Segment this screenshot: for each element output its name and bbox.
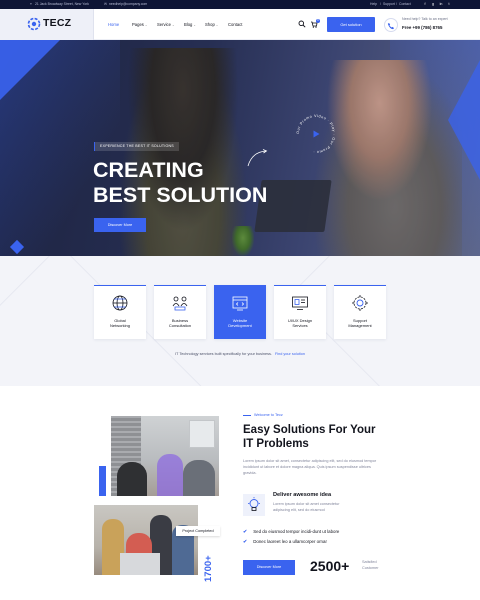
curved-arrow-icon <box>247 149 268 167</box>
nav-blog[interactable]: Blog⌄ <box>184 22 196 27</box>
design-screen-icon <box>292 296 308 310</box>
chevron-down-icon: ⌄ <box>171 23 175 27</box>
help-link[interactable]: Help <box>370 2 377 6</box>
service-card-uiux-design[interactable]: UI/UX Design Services <box>274 285 326 339</box>
hero-right-triangle <box>448 60 480 180</box>
top-bar: ⌖ 21 Jack Broadway Street, New York ✉ ne… <box>0 0 480 9</box>
about-description: Lorem ipsum dolor sit amet, consectetur … <box>243 459 377 475</box>
globe-icon <box>112 295 128 311</box>
project-completed-label: Project Completed <box>176 526 220 536</box>
idea-icon <box>243 494 265 516</box>
contact-link[interactable]: Contact <box>399 2 411 6</box>
nav-shop[interactable]: Shop⌄ <box>205 22 218 27</box>
logo-text: TECZ <box>43 17 72 29</box>
google-plus-icon[interactable]: g <box>431 2 435 6</box>
hero-banner: EXPERIENCE THE BEST IT SOLUTIONS CREATIN… <box>0 40 480 256</box>
chevron-down-icon: ⌄ <box>193 23 196 27</box>
service-card-global-networking[interactable]: Global Networking <box>94 285 146 339</box>
about-title: Easy Solutions For Your IT Problems <box>243 424 376 450</box>
facebook-icon[interactable]: f <box>423 2 427 6</box>
play-icon <box>313 130 320 138</box>
services-footer-text: IT Technology services built specificall… <box>175 352 305 356</box>
support-link[interactable]: Support <box>383 2 395 6</box>
welcome-label: Welcome to Tecz <box>243 413 283 417</box>
hero-corner-triangle <box>0 40 60 100</box>
nav-contact[interactable]: Contact <box>228 22 242 27</box>
about-discover-more-button[interactable]: Discover More <box>243 560 295 575</box>
about-section: Project Completed 1700+ Welcome to Tecz … <box>0 386 480 600</box>
check-list-item: ✔ Sed do eiusmod tempor incidi-dunt ut la… <box>243 529 340 535</box>
satisfied-customer-count: 2500+ <box>310 558 350 574</box>
team-laptop-photo <box>94 505 198 575</box>
service-card-label: Website Development <box>228 318 252 328</box>
chevron-down-icon: ⌄ <box>144 23 148 27</box>
feature-description: Lorem ipsum dolor sit amet consectetur a… <box>273 502 340 512</box>
service-card-label: Business Consultation <box>168 318 192 328</box>
satisfied-customer-label: Satisfied Customer <box>362 560 379 570</box>
email-icon: ✉ <box>104 2 107 6</box>
phone-icon <box>384 18 398 32</box>
find-solution-link[interactable]: Find your solution <box>275 352 305 356</box>
support-gear-icon <box>352 295 368 311</box>
address-text: 21 Jack Broadway Street, New York <box>35 2 89 6</box>
consultation-icon <box>172 296 188 311</box>
twitter-icon[interactable]: t <box>447 2 451 6</box>
discover-more-button[interactable]: Discover More <box>94 218 146 232</box>
video-play-button[interactable]: Our Promo Video · Play · Our Promo · <box>293 111 339 157</box>
service-card-website-development[interactable]: Website Development <box>214 285 266 339</box>
feature-title: Deliver awesome idea <box>273 492 332 498</box>
nav-pages[interactable]: Pages⌄ <box>132 22 147 27</box>
website-code-icon <box>232 296 248 311</box>
service-card-label: Global Networking <box>109 318 130 328</box>
office-team-photo <box>111 416 219 496</box>
cart-count-badge: 0 <box>316 19 320 23</box>
service-card-support-management[interactable]: Support Management <box>334 285 386 339</box>
location-icon: ⌖ <box>30 2 32 6</box>
services-section: Global Networking Business Consultation We… <box>0 256 480 386</box>
site-header: TECZ Home Pages⌄ Service⌄ Blog⌄ Shop⌄ Co… <box>0 9 480 40</box>
email-link[interactable]: needhelp@company.com <box>109 2 147 6</box>
check-icon: ✔ <box>243 539 248 545</box>
service-card-label: Support Management <box>348 318 372 328</box>
chevron-down-icon: ⌄ <box>215 23 219 27</box>
logo-icon <box>27 17 41 31</box>
accent-bar <box>99 466 106 496</box>
hero-photo-person-right <box>312 60 462 256</box>
service-card-label: UI/UX Design Services <box>287 318 313 328</box>
linkedin-icon[interactable]: in <box>439 2 443 6</box>
get-solution-button[interactable]: Get solution <box>327 17 375 32</box>
project-completed-count: 1700+ <box>203 555 214 582</box>
phone-number[interactable]: Free +99 (786) 8765 <box>402 25 442 30</box>
help-text: Need help? Talk to an expert <box>402 17 448 21</box>
service-card-business-consultation[interactable]: Business Consultation <box>154 285 206 339</box>
search-icon[interactable] <box>298 20 306 28</box>
nav-home[interactable]: Home <box>108 22 119 27</box>
hero-title: CREATING BEST SOLUTION <box>93 158 268 207</box>
hero-tagline: EXPERIENCE THE BEST IT SOLUTIONS <box>94 142 179 151</box>
nav-service[interactable]: Service⌄ <box>157 22 174 27</box>
hero-photo-plant <box>232 226 254 256</box>
check-list-item: ✔ Donec laoreet leo a ullamcorper ornar <box>243 539 327 545</box>
check-icon: ✔ <box>243 529 248 535</box>
logo[interactable]: TECZ <box>0 9 94 40</box>
